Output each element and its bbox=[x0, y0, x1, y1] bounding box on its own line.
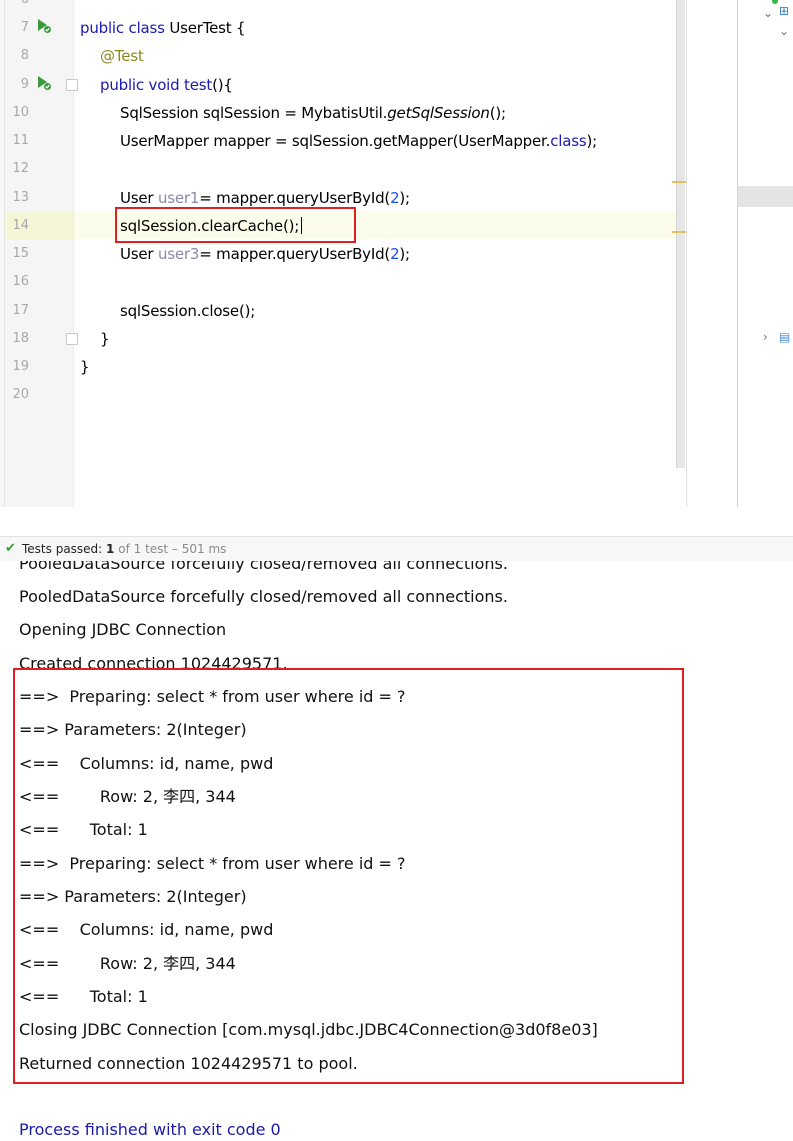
line-number: 18 bbox=[12, 331, 29, 346]
code-line-17[interactable]: sqlSession.close(); bbox=[120, 297, 255, 325]
code-line-9[interactable]: public void test(){ bbox=[100, 71, 233, 99]
editor-scrollbar[interactable] bbox=[676, 0, 685, 468]
line-number: 10 bbox=[12, 105, 29, 120]
code-line-7[interactable]: public class UserTest { bbox=[80, 14, 246, 42]
unused-variable: user3 bbox=[157, 245, 200, 263]
keyword: public bbox=[80, 19, 124, 37]
fold-marker-icon[interactable] bbox=[66, 333, 78, 345]
test-status-text: Tests passed: bbox=[22, 542, 103, 556]
check-icon: ✔ bbox=[5, 541, 16, 556]
line-number: 6 bbox=[5, 0, 29, 14]
code-text: ); bbox=[399, 189, 410, 207]
highlight-box-clearcache bbox=[115, 207, 356, 243]
fold-marker-icon[interactable] bbox=[66, 79, 78, 91]
code-text: (){ bbox=[212, 76, 233, 94]
code-line-11[interactable]: UserMapper mapper = sqlSession.getMapper… bbox=[120, 127, 597, 155]
line-number: 16 bbox=[12, 274, 29, 289]
test-results-bar: ✔ Tests passed: 1 of 1 test – 501 ms bbox=[0, 536, 793, 562]
line-number: 15 bbox=[12, 246, 29, 261]
keyword: class bbox=[128, 19, 165, 37]
tree-node-icon[interactable]: ⊞ bbox=[779, 4, 789, 18]
console-output[interactable]: PooledDataSource forcefully closed/remov… bbox=[0, 561, 793, 1141]
code-line-15[interactable]: User user3= mapper.queryUserById(2); bbox=[120, 240, 410, 268]
console-line: PooledDataSource forcefully closed/remov… bbox=[19, 587, 508, 606]
code-text: User bbox=[120, 245, 158, 263]
keyword: void bbox=[148, 76, 180, 94]
keyword: public bbox=[100, 76, 144, 94]
static-method: getSqlSession bbox=[387, 104, 490, 122]
code-text: ); bbox=[586, 132, 597, 150]
code-line-19[interactable]: } bbox=[80, 353, 90, 381]
code-text: SqlSession sqlSession = MybatisUtil. bbox=[120, 104, 388, 122]
code-line-18[interactable]: } bbox=[100, 325, 110, 353]
code-text: } bbox=[80, 358, 90, 376]
highlight-box-sql-log bbox=[13, 668, 684, 1084]
process-exit-message: Process finished with exit code 0 bbox=[19, 1120, 281, 1139]
number-literal: 2 bbox=[390, 245, 400, 263]
chevron-down-icon[interactable]: ⌄ bbox=[779, 24, 789, 38]
number-literal: 2 bbox=[390, 189, 400, 207]
test-meta: of 1 test – 501 ms bbox=[118, 542, 227, 556]
test-passed-count: 1 bbox=[106, 542, 115, 556]
chevron-down-icon[interactable]: ⌄ bbox=[763, 6, 773, 20]
code-editor[interactable]: 6 7 8 9 10 11 12 13 14 15 16 17 18 19 20… bbox=[0, 0, 793, 507]
line-number: 9 bbox=[20, 77, 29, 92]
panel-row-highlight bbox=[738, 186, 793, 207]
line-number: 17 bbox=[12, 303, 29, 318]
code-text: UserMapper mapper = sqlSession.getMapper… bbox=[120, 132, 551, 150]
line-number: 7 bbox=[20, 20, 29, 35]
line-number: 11 bbox=[12, 133, 29, 148]
code-text: = mapper.queryUserById( bbox=[199, 245, 391, 263]
console-line: Opening JDBC Connection bbox=[19, 620, 227, 639]
chevron-right-icon[interactable]: › bbox=[763, 330, 768, 344]
code-text: sqlSession.close(); bbox=[120, 302, 256, 320]
code-line-10[interactable]: SqlSession sqlSession = MybatisUtil.getS… bbox=[120, 99, 506, 127]
code-text: = mapper.queryUserById( bbox=[199, 189, 391, 207]
code-text: User bbox=[120, 189, 158, 207]
panel-divider bbox=[737, 0, 738, 507]
line-number: 8 bbox=[20, 48, 29, 63]
line-number: 14 bbox=[12, 218, 29, 233]
code-text: UserTest { bbox=[164, 19, 246, 37]
annotation: @Test bbox=[100, 47, 144, 65]
warning-stripe[interactable] bbox=[672, 181, 686, 183]
console-line: PooledDataSource forcefully closed/remov… bbox=[19, 561, 508, 573]
line-number: 13 bbox=[12, 190, 29, 205]
line-number: 20 bbox=[12, 387, 29, 402]
code-text: } bbox=[100, 330, 110, 348]
line-number: 19 bbox=[12, 359, 29, 374]
structure-panel bbox=[686, 0, 793, 507]
folder-icon[interactable]: ▤ bbox=[779, 330, 790, 344]
unused-variable: user1 bbox=[157, 189, 200, 207]
line-number: 12 bbox=[12, 161, 29, 176]
method-name: test bbox=[184, 76, 213, 94]
code-text: (); bbox=[489, 104, 506, 122]
code-text: ); bbox=[399, 245, 410, 263]
code-line-8[interactable]: @Test bbox=[100, 42, 144, 70]
run-test-icon[interactable] bbox=[36, 75, 52, 91]
run-test-icon[interactable] bbox=[36, 18, 52, 34]
warning-stripe[interactable] bbox=[672, 231, 686, 233]
test-status-label: Tests passed: 1 of 1 test – 501 ms bbox=[22, 542, 226, 556]
keyword: class bbox=[550, 132, 587, 150]
